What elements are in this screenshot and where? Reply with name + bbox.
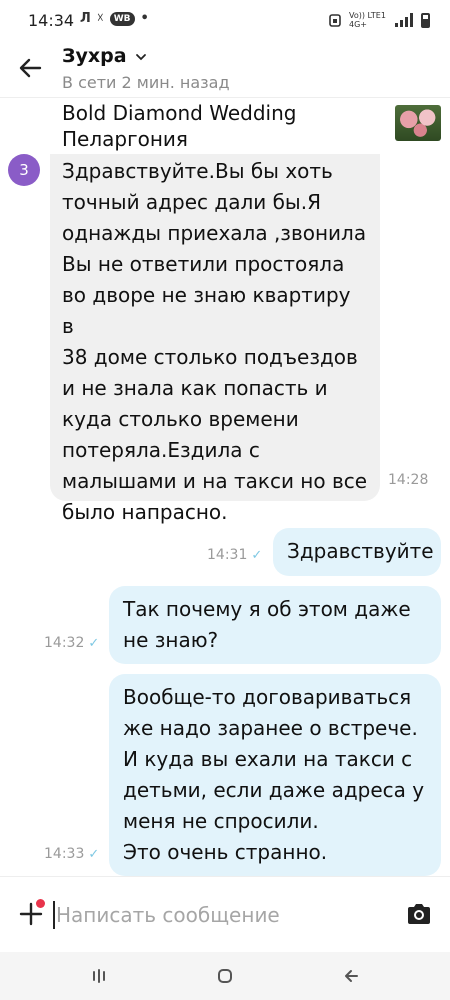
dot-icon: • [140, 11, 149, 26]
message-line: меня не спросили. [123, 809, 319, 833]
message-time: 14:33 ✓ [44, 846, 99, 862]
product-title: Bold Diamond Wedding Пеларгония [62, 100, 382, 152]
message-line: Это очень странно. [123, 840, 328, 864]
message-line: 38 доме столько подъездов [62, 345, 358, 369]
message-line: же надо заранее о встрече. [123, 716, 418, 740]
system-nav-bar [0, 952, 450, 1000]
message-time: 14:32 ✓ [44, 635, 99, 651]
message-line: Так почему я об этом даже [123, 597, 411, 621]
signal-icon [395, 13, 413, 27]
message-line: Здравствуйте [287, 539, 434, 563]
chat-header: Зухра В сети 2 мин. назад [0, 40, 450, 98]
message-line: детьми, если даже адреса у [123, 778, 425, 802]
status-time: 14:34 [28, 11, 75, 30]
contact-name: Зухра [62, 45, 127, 67]
message-line: точный адрес дали бы.Я [62, 190, 321, 214]
message-line: потеряла.Ездила с [62, 438, 260, 462]
chevron-down-icon [136, 54, 147, 61]
time-label: 14:33 [44, 846, 85, 862]
home-icon[interactable] [213, 964, 237, 988]
arrow-left-icon[interactable] [16, 54, 44, 82]
camera-icon[interactable] [406, 903, 432, 925]
message-line: не знаю? [123, 628, 219, 652]
message-list[interactable]: 3 Здравствуйте.Вы бы хоть точный адрес д… [0, 154, 450, 876]
message-time: 14:31 ✓ [207, 547, 262, 563]
status-system-icons: Vo)) LTE1 4G+ [329, 11, 430, 29]
time-label: 14:28 [388, 472, 429, 488]
product-title-line: Пеларгония [62, 127, 188, 151]
message-line: куда столько времени [62, 407, 299, 431]
notification-icon: Л [80, 11, 91, 26]
message-outgoing[interactable]: Здравствуйте [273, 528, 441, 576]
battery-icon [421, 12, 430, 28]
message-line: во дворе не знаю квартиру в [62, 283, 351, 338]
notification-dot [36, 899, 45, 908]
message-line: однажды приехала ,звонила [62, 221, 367, 245]
contact-status: В сети 2 мин. назад [62, 73, 230, 92]
text-caret [53, 901, 55, 929]
status-bar: 14:34 Л ☓ WB • Vo)) LTE1 4G+ [0, 0, 450, 40]
product-thumbnail[interactable] [395, 105, 441, 141]
message-incoming[interactable]: Здравствуйте.Вы бы хоть точный адрес дал… [50, 154, 380, 524]
product-title-line: Bold Diamond Wedding [62, 101, 297, 125]
read-check-icon: ✓ [88, 635, 100, 651]
alarm-icon [329, 14, 341, 27]
message-line: и не знала как попасть и [62, 376, 328, 400]
message-line: Вообще-то договариваться [123, 685, 412, 709]
message-line: Здравствуйте.Вы бы хоть [62, 159, 333, 183]
message-composer [0, 876, 450, 952]
read-check-icon: ✓ [251, 547, 263, 563]
message-outgoing[interactable]: Вообще-то договариваться же надо заранее… [109, 674, 441, 876]
wb-app-icon: WB [109, 11, 135, 26]
message-outgoing[interactable]: Так почему я об этом даже не знаю? [109, 586, 441, 664]
message-time: 14:28 [388, 472, 428, 488]
recents-icon[interactable] [87, 964, 111, 988]
message-input[interactable] [56, 899, 376, 931]
message-line: было напрасно. [62, 500, 228, 524]
notification-icon: ☓ [96, 11, 104, 26]
back-icon[interactable] [339, 964, 363, 988]
message-line: малышами и на такси но все [62, 469, 368, 493]
product-preview[interactable]: Bold Diamond Wedding Пеларгония [0, 98, 450, 154]
time-label: 14:32 [44, 635, 85, 651]
network-label: Vo)) LTE1 4G+ [349, 11, 386, 29]
unread-badge: 3 [8, 154, 40, 186]
message-line: И куда вы ехали на такси с [123, 747, 413, 771]
status-notification-icons: Л ☓ WB • [80, 11, 149, 26]
contact-name-button[interactable]: Зухра [62, 45, 147, 67]
time-label: 14:31 [207, 547, 248, 563]
message-line: Вы не ответили простояла [62, 252, 345, 276]
read-check-icon: ✓ [88, 846, 100, 862]
